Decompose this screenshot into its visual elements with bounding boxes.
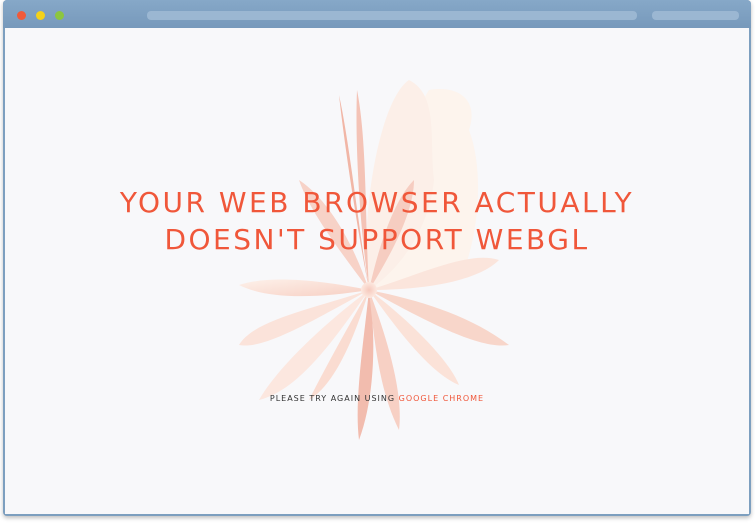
headline-line-1: YOUR WEB BROWSER ACTUALLY: [119, 186, 635, 219]
maximize-window-button[interactable]: [55, 11, 64, 20]
retry-message: PLEASE TRY AGAIN USING GOOGLE CHROME: [5, 394, 749, 403]
minimize-window-button[interactable]: [36, 11, 45, 20]
window-titlebar: [3, 0, 751, 28]
flower-petals-image: [239, 80, 509, 440]
close-window-button[interactable]: [17, 11, 26, 20]
retry-message-text: PLEASE TRY AGAIN USING: [269, 394, 396, 403]
page-viewport: YOUR WEB BROWSER ACTUALLY DOESN'T SUPPOR…: [5, 28, 749, 514]
address-bar[interactable]: [147, 11, 637, 20]
page-headline: YOUR WEB BROWSER ACTUALLY DOESN'T SUPPOR…: [5, 184, 749, 258]
google-chrome-link[interactable]: GOOGLE CHROME: [399, 394, 484, 403]
headline-line-2: DOESN'T SUPPORT WEBGL: [164, 223, 590, 256]
browser-window: YOUR WEB BROWSER ACTUALLY DOESN'T SUPPOR…: [3, 0, 751, 516]
toolbar-placeholder: [652, 11, 739, 20]
